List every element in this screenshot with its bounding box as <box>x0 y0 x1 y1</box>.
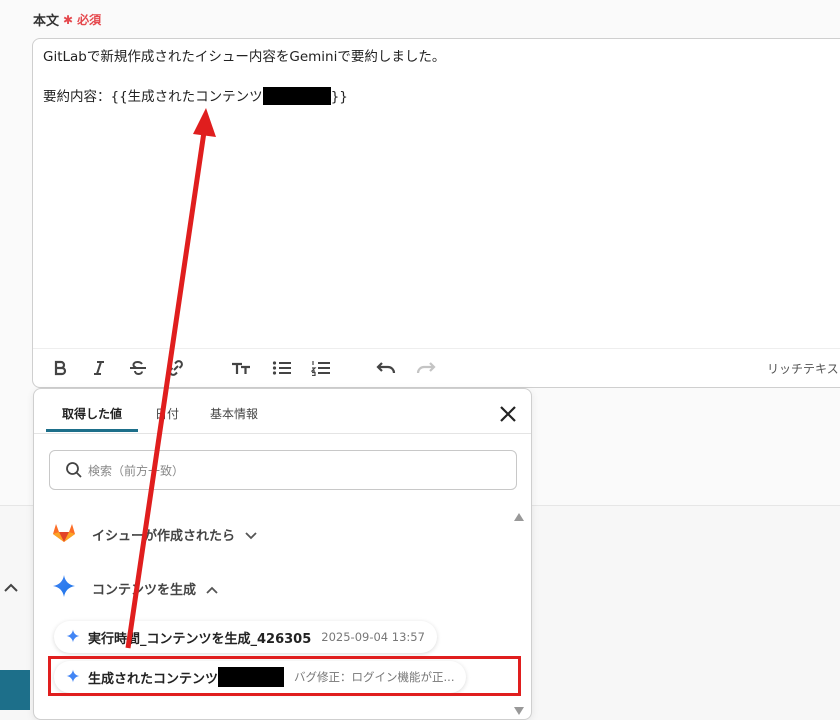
editor-content[interactable]: GitLabで新規作成されたイシュー内容をGeminiで要約しました。 要約内容… <box>43 47 445 107</box>
editor-line-2 <box>43 67 445 87</box>
primary-button-edge[interactable] <box>0 670 30 710</box>
strikethrough-icon[interactable] <box>126 357 150 379</box>
numbered-list-icon[interactable] <box>309 357 333 379</box>
field-label-text: 本文 <box>33 14 60 29</box>
group-label: コンテンツを生成 <box>92 582 197 598</box>
annotation-highlight-box <box>48 656 521 696</box>
editor-line-3-prefix: 要約内容：{{生成されたコンテンツ <box>43 89 263 105</box>
italic-icon[interactable] <box>87 357 111 379</box>
required-mark: ✱ <box>63 12 74 27</box>
text-size-icon[interactable] <box>229 357 253 379</box>
chevron-up-icon <box>206 579 218 598</box>
search-input[interactable]: 検索（前方一致） <box>49 450 517 490</box>
gemini-icon <box>66 628 80 647</box>
group-label: イシューが作成されたら <box>92 528 236 544</box>
rich-text-label: リッチテキス <box>767 362 839 376</box>
group-generate-content[interactable]: コンテンツを生成 <box>52 574 218 602</box>
tab-basic-info[interactable]: 基本情報 <box>210 405 258 422</box>
body-editor[interactable]: GitLabで新規作成されたイシュー内容をGeminiで要約しました。 要約内容… <box>32 38 840 388</box>
editor-line-1: GitLabで新規作成されたイシュー内容をGeminiで要約しました。 <box>43 49 446 65</box>
gitlab-icon <box>52 521 76 547</box>
field-label: 本文 ✱ 必須 <box>33 10 102 30</box>
editor-line-3: 要約内容：{{生成されたコンテンツ}} <box>43 87 445 107</box>
picker-tabs: 取得した値 日付 基本情報 <box>34 389 531 434</box>
undo-icon[interactable] <box>374 357 398 379</box>
close-icon[interactable] <box>497 403 519 425</box>
chevron-down-icon <box>245 525 257 544</box>
link-icon[interactable] <box>164 357 188 379</box>
bold-icon[interactable] <box>48 357 72 379</box>
chevron-up-icon[interactable] <box>4 578 18 597</box>
item-label: 実行時間_コンテンツを生成_426305 <box>88 631 312 647</box>
editor-toolbar: リッチテキス <box>33 348 840 387</box>
tab-date[interactable]: 日付 <box>155 405 179 422</box>
editor-line-3-suffix: }} <box>330 89 348 105</box>
required-text: 必須 <box>77 13 102 27</box>
bullet-list-icon[interactable] <box>270 357 294 379</box>
item-value: 2025-09-04 13:57 <box>321 630 425 644</box>
active-tab-indicator <box>46 429 138 432</box>
search-placeholder: 検索（前方一致） <box>88 464 185 478</box>
list-item-execution-time[interactable]: 実行時間_コンテンツを生成_426305 2025-09-04 13:57 <box>54 621 437 653</box>
group-issue-created[interactable]: イシューが作成されたら <box>52 520 257 548</box>
search-icon <box>65 461 83 483</box>
redo-icon[interactable] <box>414 357 438 379</box>
tab-acquired-values[interactable]: 取得した値 <box>62 405 122 422</box>
gemini-icon <box>52 574 76 602</box>
redacted-block <box>262 87 331 105</box>
